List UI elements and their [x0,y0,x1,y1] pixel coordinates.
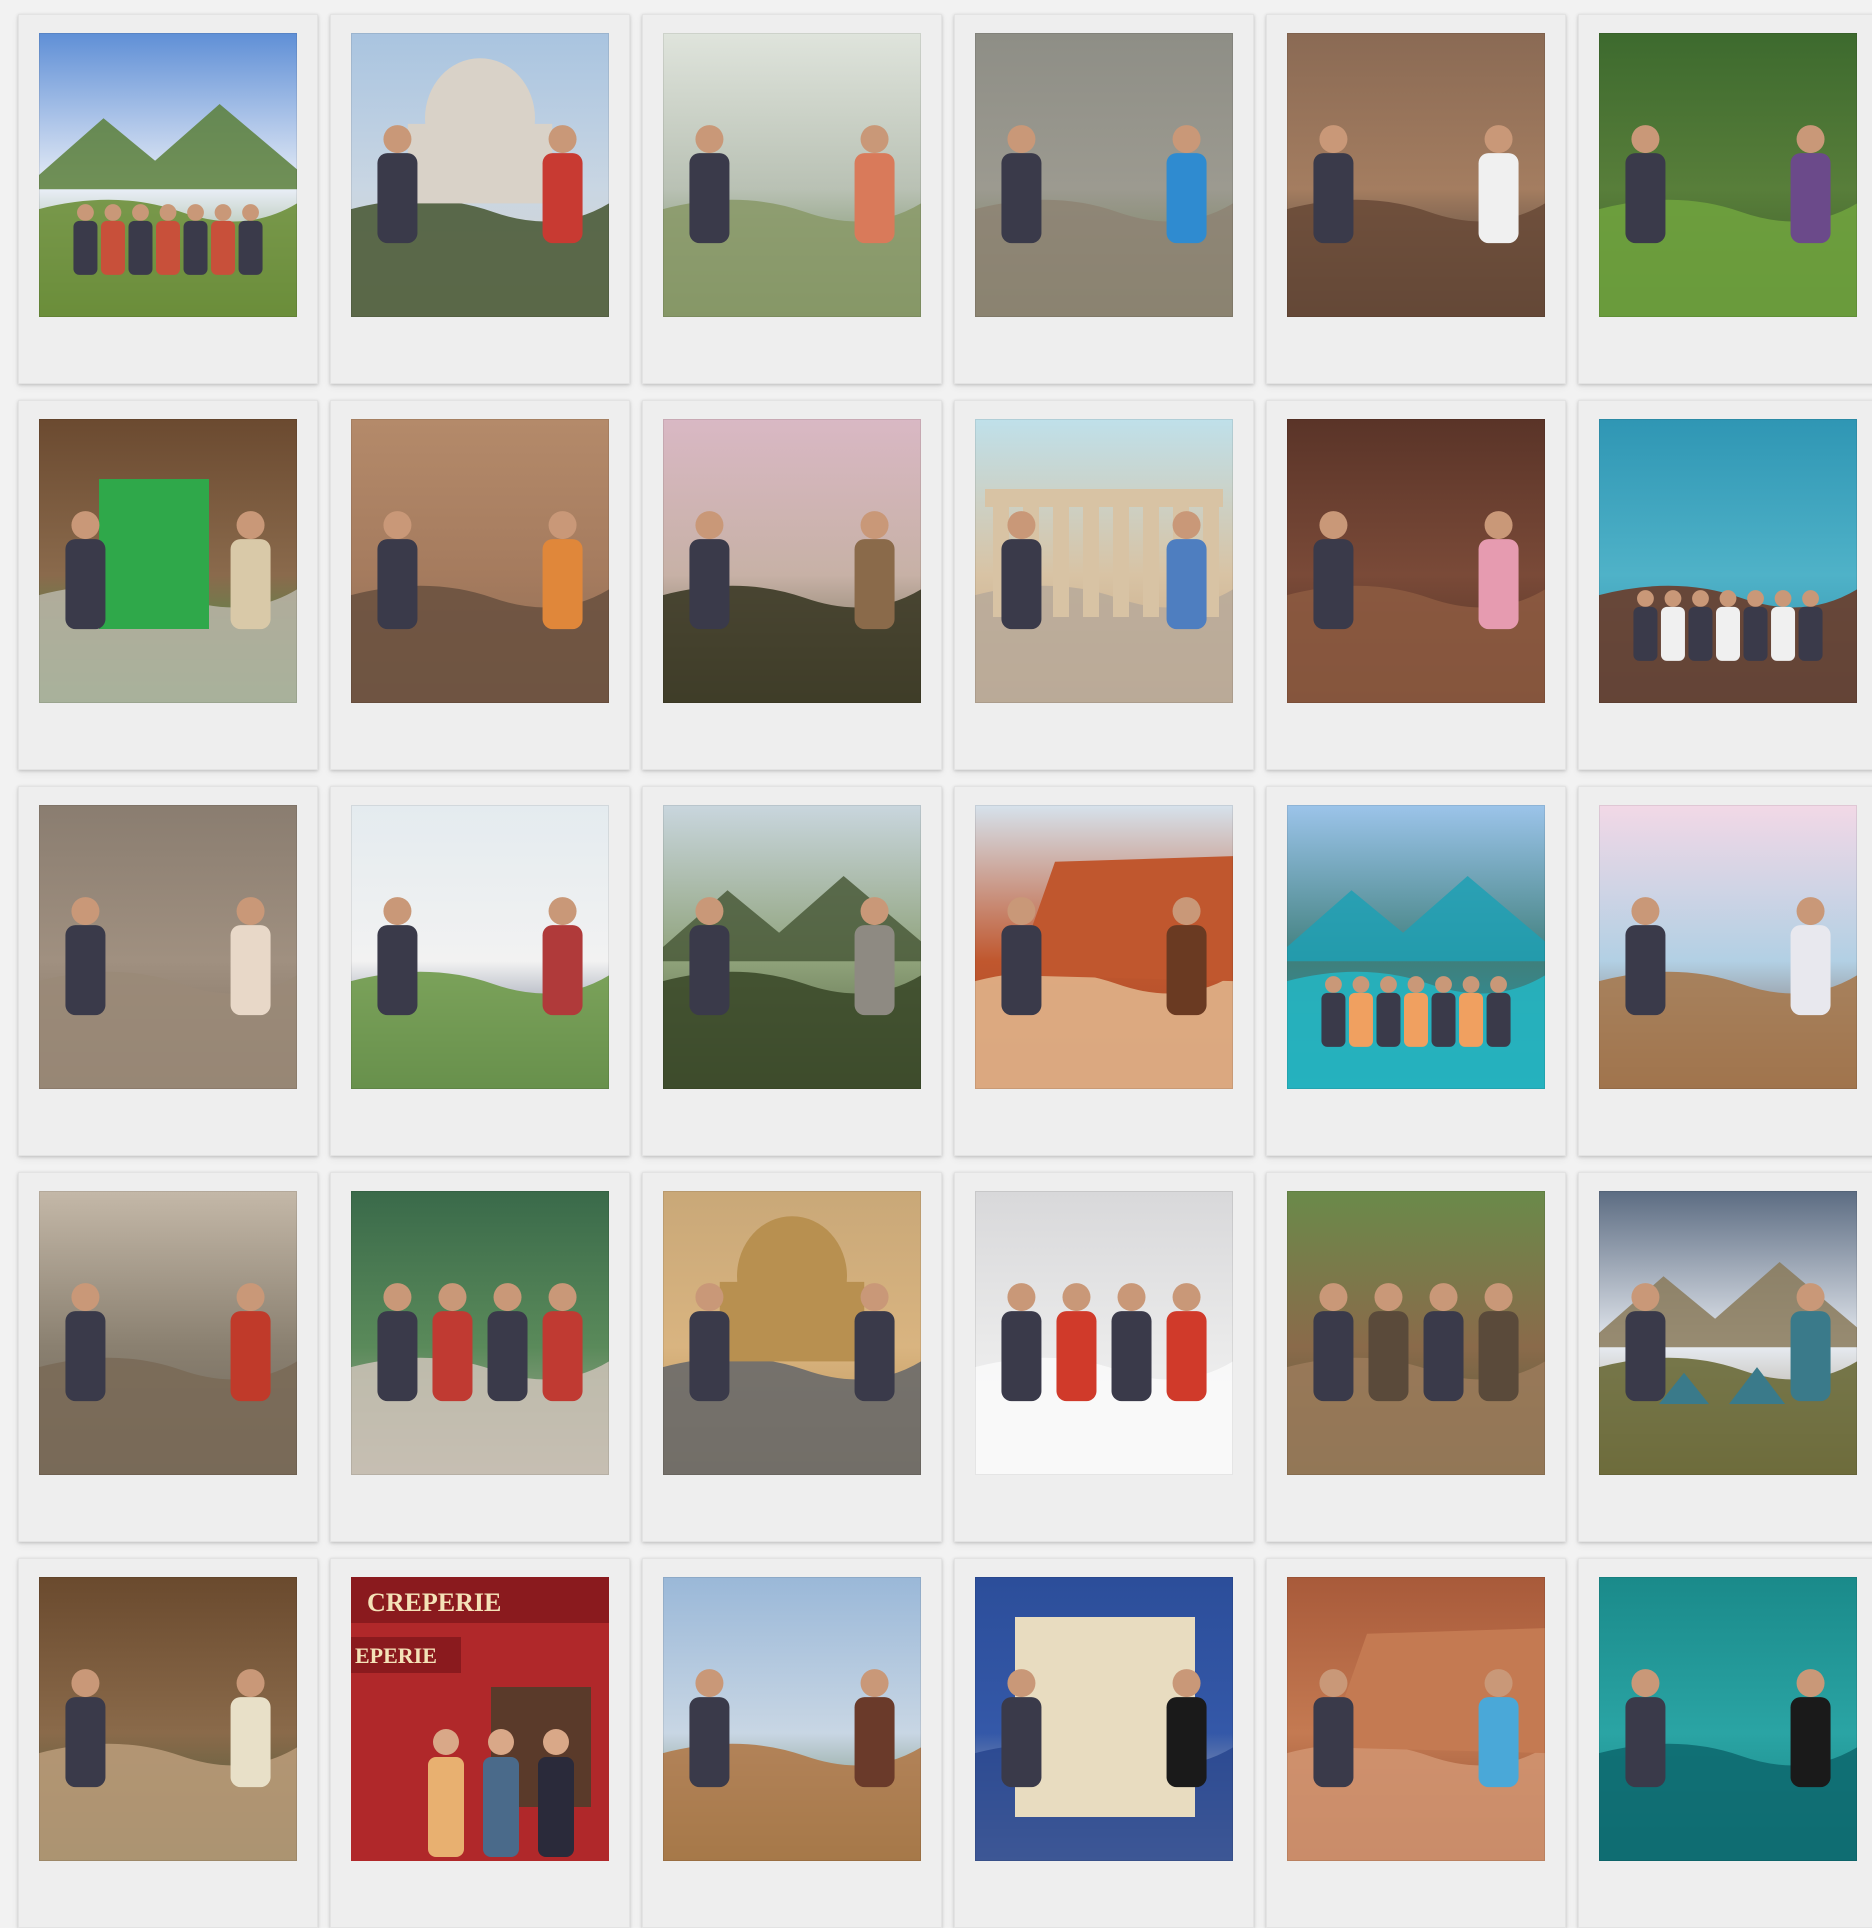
polaroid-card [1266,786,1566,1156]
polaroid-card [642,14,942,384]
photo-film-crew [1287,33,1545,317]
polaroid-card [1578,1558,1872,1928]
creperie-window-text: EPERIE [355,1643,437,1668]
polaroid-card: CREPERIE EPERIE [330,1558,630,1928]
photo-slot-canyon [1287,1577,1545,1861]
photo-stacking-stones [975,33,1233,317]
polaroid-card [1266,1172,1566,1542]
creperie-awning-text: CREPERIE [367,1588,501,1617]
photo-camel-riders [663,419,921,703]
polaroid-card [1578,1172,1872,1542]
polaroid-card [330,786,630,1156]
polaroid-card [954,14,1254,384]
photo-green-screen-studio [39,419,297,703]
polaroid-card [18,1558,318,1928]
photo-temple-walk [351,1191,609,1475]
polaroid-card [330,14,630,384]
photo-deck-laptop [1599,805,1857,1089]
polaroid-card [1578,786,1872,1156]
photo-museum-map [975,1577,1233,1861]
photo-rock-climbing [351,419,609,703]
polaroid-card [1266,14,1566,384]
polaroid-card [642,1558,942,1928]
photo-red-rock-desert [975,805,1233,1089]
polaroid-card [954,786,1254,1156]
polaroid-card [642,1172,942,1542]
polaroid-card [330,400,630,770]
polaroid-card [18,14,318,384]
photo-hilltop-rocks [663,805,921,1089]
photo-underwater-snorkel [1599,1577,1857,1861]
photo-ship-deck-ocean [1599,419,1857,703]
photo-women-with-puppy [1599,33,1857,317]
photo-taj-mahal [351,33,609,317]
polaroid-card [954,400,1254,770]
photo-boat-swimmers [1287,805,1545,1089]
photo-cafe-laughing [1287,419,1545,703]
polaroid-card [954,1558,1254,1928]
photo-parthenon [975,419,1233,703]
photo-snow-hikers [975,1191,1233,1475]
polaroid-card [18,400,318,770]
photo-ox-carts [663,1577,921,1861]
polaroid-card [1578,400,1872,770]
photo-pottery-wheel [39,805,297,1089]
polaroid-card [330,1172,630,1542]
photo-mountain-camp [1599,1191,1857,1475]
photo-village-grinding-stone [1287,1191,1545,1475]
photo-capitol-portrait [351,805,609,1089]
polaroid-card [642,786,942,1156]
polaroid-card [954,1172,1254,1542]
polaroid-gallery: CREPERIE EPERIE [0,0,1872,1928]
photo-greenhouse-flowers [663,33,921,317]
polaroid-card [1266,400,1566,770]
polaroid-card [1266,1558,1566,1928]
polaroid-card [18,786,318,1156]
photo-city-steps [39,1191,297,1475]
photo-creperie: CREPERIE EPERIE [351,1577,609,1861]
polaroid-card [642,400,942,770]
photo-group-on-hillside [39,33,297,317]
photo-coworking-space [39,1577,297,1861]
photo-golden-pagoda [663,1191,921,1475]
polaroid-card [1578,14,1872,384]
polaroid-card [18,1172,318,1542]
